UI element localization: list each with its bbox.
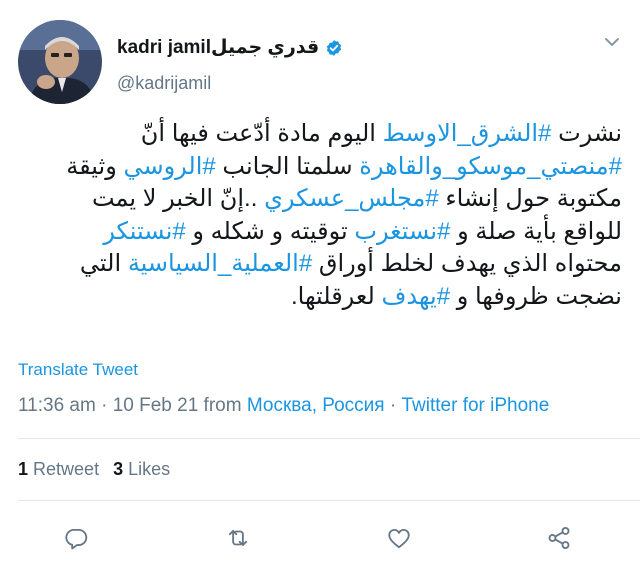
tweet-line: نشرت #الشرق_الاوسط اليوم مادة أدّعت فيها… (18, 118, 622, 151)
hashtag-link[interactable]: #الشرق_الاوسط (383, 120, 552, 147)
user-name-row[interactable]: kadri jamilقدري جميل (117, 36, 343, 59)
hashtag-link[interactable]: #منصتي_موسكو_والقاهرة (359, 153, 622, 180)
tweet-line: للواقع بأية صلة و #نستغرب توقيته و شكله … (18, 216, 622, 249)
text-segment: وثيقة (66, 152, 124, 180)
divider (18, 438, 640, 439)
likes-label: Likes (128, 459, 171, 479)
tweet-time[interactable]: 11:36 am (18, 395, 96, 416)
tweet-stats: 1 Retweet 3 Likes (18, 459, 170, 480)
avatar-photo (18, 20, 102, 104)
location-link[interactable]: Москва, Россия (247, 395, 385, 416)
hashtag-link[interactable]: #يهدف (381, 283, 450, 310)
retweets-count: 1 (18, 459, 29, 479)
text-segment: مكتوبة حول إنشاء (438, 185, 622, 212)
text-segment: نضجت ظروفها و (450, 282, 622, 310)
text-segment: محتواه الذي يهدف لخلط أوراق (312, 250, 622, 277)
text-segment: للواقع بأية صلة و (450, 217, 622, 245)
tweet-line: محتواه الذي يهدف لخلط أوراق #العملية_الس… (18, 248, 622, 281)
tweet-card: kadri jamilقدري جميل @kadrijamil نشرت #ا… (0, 0, 640, 571)
text-segment: سلمتا الجانب (215, 152, 360, 180)
text-segment: توقيته و شكله و (185, 217, 355, 245)
retweet-icon (228, 530, 248, 546)
hashtag-link[interactable]: #نستغرب (354, 218, 450, 245)
likes-stat[interactable]: 3 Likes (113, 459, 170, 480)
avatar[interactable] (18, 20, 102, 104)
likes-count: 3 (113, 459, 124, 479)
hashtag-link[interactable]: #نستنكر (103, 218, 185, 245)
share-button[interactable] (541, 520, 577, 556)
divider (18, 500, 640, 501)
tweet-metadata: 11:36 am · 10 Feb 21 from Москва, Россия… (18, 395, 549, 417)
tweet-actions-bar (0, 520, 640, 556)
hashtag-link[interactable]: #مجلس_عسكري (264, 185, 439, 212)
from-text: from (198, 395, 247, 416)
tweet-text: نشرت #الشرق_الاوسط اليوم مادة أدّعت فيها… (18, 118, 622, 313)
source-link[interactable]: Twitter for iPhone (401, 395, 549, 416)
tweet-line: #منصتي_موسكو_والقاهرة سلمتا الجانب #الرو… (18, 151, 622, 184)
user-handle[interactable]: @kadrijamil (117, 73, 211, 94)
like-button[interactable] (381, 520, 417, 556)
retweets-label: Retweet (33, 459, 100, 479)
heart-icon (388, 528, 410, 549)
meta-separator: · (384, 395, 402, 416)
display-name[interactable]: kadri jamilقدري جميل (117, 36, 319, 59)
chevron-down-icon[interactable] (604, 36, 620, 48)
retweet-button[interactable] (220, 520, 256, 556)
text-segment: التي (79, 250, 128, 277)
hashtag-link[interactable]: #الروسي (123, 153, 215, 180)
reply-button[interactable] (58, 520, 94, 556)
reply-icon (65, 528, 88, 550)
text-segment: ..إنّ الخبر لا يمت (91, 185, 265, 212)
tweet-line: مكتوبة حول إنشاء #مجلس_عسكري ..إنّ الخبر… (18, 183, 622, 216)
text-segment: لعرقلتها. (290, 282, 382, 310)
text-segment: نشرت (551, 120, 622, 147)
meta-separator: · (95, 395, 113, 416)
text-segment: اليوم مادة أدّعت فيها أنّ (140, 120, 383, 147)
translate-tweet-link[interactable]: Translate Tweet (18, 360, 138, 380)
share-icon (548, 527, 570, 549)
tweet-date[interactable]: 10 Feb 21 (113, 395, 199, 416)
tweet-line: نضجت ظروفها و #يهدف لعرقلتها. (18, 281, 622, 314)
hashtag-link[interactable]: #العملية_السياسية (128, 250, 312, 277)
verified-badge-icon (327, 39, 342, 56)
retweets-stat[interactable]: 1 Retweet (18, 459, 99, 480)
